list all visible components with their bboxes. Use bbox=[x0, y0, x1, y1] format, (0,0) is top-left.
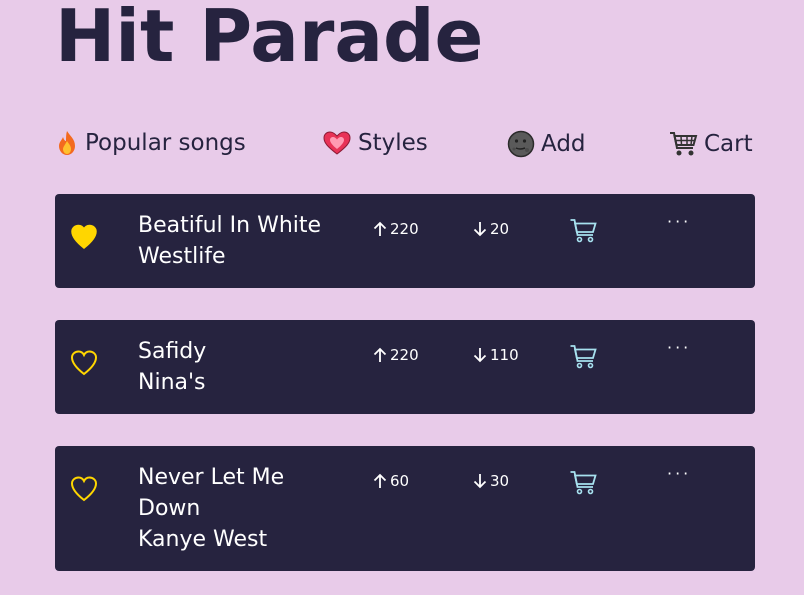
song-info: Beatiful In White Westlife bbox=[138, 210, 338, 272]
dislikes-value: 30 bbox=[490, 472, 510, 490]
song-artist: Westlife bbox=[138, 244, 226, 269]
song-card: Safidy Nina's 220 110 ··· bbox=[55, 320, 755, 414]
arrow-up-icon bbox=[373, 473, 387, 488]
main-nav: Popular songs Styles Add Cart bbox=[0, 130, 804, 164]
nav-label: Cart bbox=[704, 131, 753, 157]
arrow-down-icon bbox=[473, 474, 487, 489]
dislikes-count[interactable]: 30 bbox=[473, 472, 509, 490]
new-moon-face-icon bbox=[507, 130, 535, 158]
add-to-cart-icon[interactable] bbox=[569, 344, 597, 374]
dislikes-count[interactable]: 20 bbox=[473, 220, 509, 238]
song-title: Never Let Me Down bbox=[138, 465, 285, 521]
song-card: Beatiful In White Westlife 220 20 ··· bbox=[55, 194, 755, 288]
song-title: Beatiful In White bbox=[138, 213, 322, 238]
nav-popular-songs[interactable]: Popular songs bbox=[55, 130, 246, 156]
nav-label: Styles bbox=[358, 130, 428, 156]
arrow-up-icon bbox=[373, 221, 387, 236]
dislikes-count[interactable]: 110 bbox=[473, 346, 519, 364]
more-options-button[interactable]: ··· bbox=[667, 212, 691, 231]
likes-value: 60 bbox=[390, 472, 410, 490]
song-artist: Kanye West bbox=[138, 527, 268, 552]
nav-add[interactable]: Add bbox=[507, 130, 586, 158]
more-options-button[interactable]: ··· bbox=[667, 338, 691, 357]
likes-value: 220 bbox=[390, 346, 419, 364]
song-info: Never Let Me Down Kanye West bbox=[138, 462, 308, 555]
add-to-cart-icon[interactable] bbox=[569, 470, 597, 500]
song-artist: Nina's bbox=[138, 370, 206, 395]
add-to-cart-icon[interactable] bbox=[569, 218, 597, 248]
likes-count[interactable]: 220 bbox=[373, 346, 419, 364]
dislikes-value: 20 bbox=[490, 220, 510, 238]
more-options-button[interactable]: ··· bbox=[667, 464, 691, 483]
song-info: Safidy Nina's bbox=[138, 336, 338, 398]
page-title: Hit Parade bbox=[55, 0, 484, 78]
likes-count[interactable]: 220 bbox=[373, 220, 419, 238]
heart-outline-icon[interactable] bbox=[69, 474, 99, 504]
likes-value: 220 bbox=[390, 220, 419, 238]
arrow-down-icon bbox=[473, 348, 487, 363]
heart-filled-icon[interactable] bbox=[69, 222, 99, 252]
likes-count[interactable]: 60 bbox=[373, 472, 409, 490]
song-card: Never Let Me Down Kanye West 60 30 ··· bbox=[55, 446, 755, 571]
nav-cart[interactable]: Cart bbox=[668, 130, 753, 158]
dislikes-value: 110 bbox=[490, 346, 519, 364]
shopping-cart-icon bbox=[668, 130, 698, 158]
nav-label: Add bbox=[541, 131, 586, 157]
fire-icon bbox=[55, 130, 79, 156]
arrow-up-icon bbox=[373, 347, 387, 362]
nav-label: Popular songs bbox=[85, 130, 246, 156]
sparkling-heart-icon bbox=[322, 130, 352, 156]
song-title: Safidy bbox=[138, 339, 207, 364]
nav-styles[interactable]: Styles bbox=[322, 130, 428, 156]
heart-outline-icon[interactable] bbox=[69, 348, 99, 378]
arrow-down-icon bbox=[473, 222, 487, 237]
